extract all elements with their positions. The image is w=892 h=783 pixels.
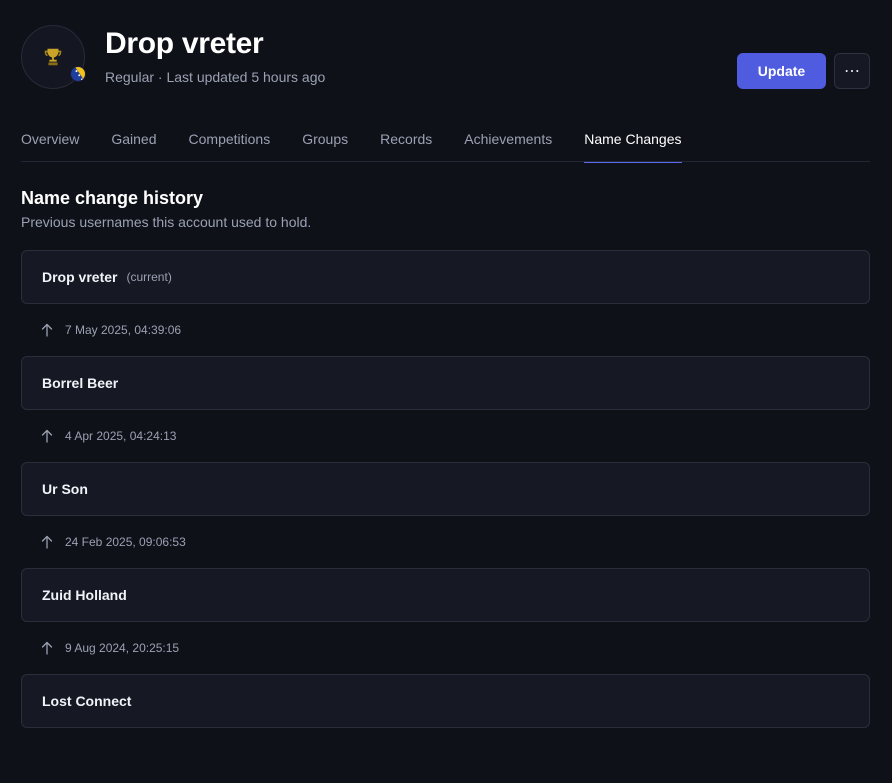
current-badge: (current): [126, 270, 172, 284]
more-icon: ⋯: [844, 63, 860, 80]
bosnia-flag-icon: [70, 66, 86, 82]
page-title: Drop vreter: [105, 27, 264, 60]
list-item: Lost Connect: [21, 674, 870, 728]
player-profile-page: Drop vreter Regular · Last updated 5 hou…: [0, 0, 892, 783]
change-date: 7 May 2025, 04:39:06: [65, 323, 182, 337]
tab-gained[interactable]: Gained: [111, 127, 156, 162]
change-date: 9 Aug 2024, 20:25:15: [65, 641, 180, 655]
tab-competitions[interactable]: Competitions: [189, 127, 271, 162]
tab-achievements[interactable]: Achievements: [464, 127, 552, 162]
username: Borrel Beer: [42, 375, 119, 391]
username: Ur Son: [42, 481, 88, 497]
arrow-up-icon: [41, 641, 53, 655]
more-options-button[interactable]: ⋯: [834, 53, 870, 89]
profile-tabs: Overview Gained Competitions Groups Reco…: [21, 127, 870, 163]
list-item: Borrel Beer: [21, 356, 870, 410]
arrow-up-icon: [41, 535, 53, 549]
change-date: 24 Feb 2025, 09:06:53: [65, 535, 186, 549]
tab-groups[interactable]: Groups: [302, 127, 348, 162]
player-subtitle: Regular · Last updated 5 hours ago: [105, 69, 326, 85]
change-date: 4 Apr 2025, 04:24:13: [65, 429, 177, 443]
name-change-row: 24 Feb 2025, 09:06:53: [21, 516, 870, 568]
name-change-row: 9 Aug 2024, 20:25:15: [21, 622, 870, 674]
section-description: Previous usernames this account used to …: [21, 214, 312, 230]
list-item: Ur Son: [21, 462, 870, 516]
name-change-row: 7 May 2025, 04:39:06: [21, 304, 870, 356]
name-history-list: Drop vreter (current) 7 May 2025, 04:39:…: [21, 250, 870, 728]
list-item: Zuid Holland: [21, 568, 870, 622]
username: Lost Connect: [42, 693, 132, 709]
username: Zuid Holland: [42, 587, 127, 603]
list-item: Drop vreter (current): [21, 250, 870, 304]
arrow-up-icon: [41, 429, 53, 443]
trophy-icon: [44, 48, 62, 66]
name-change-row: 4 Apr 2025, 04:24:13: [21, 410, 870, 462]
tab-overview[interactable]: Overview: [21, 127, 79, 162]
arrow-up-icon: [41, 323, 53, 337]
tab-name-changes[interactable]: Name Changes: [584, 127, 682, 163]
username: Drop vreter: [42, 269, 118, 285]
tab-records[interactable]: Records: [380, 127, 432, 162]
section-title: Name change history: [21, 188, 204, 208]
avatar: [21, 25, 86, 89]
update-button[interactable]: Update: [737, 53, 826, 89]
